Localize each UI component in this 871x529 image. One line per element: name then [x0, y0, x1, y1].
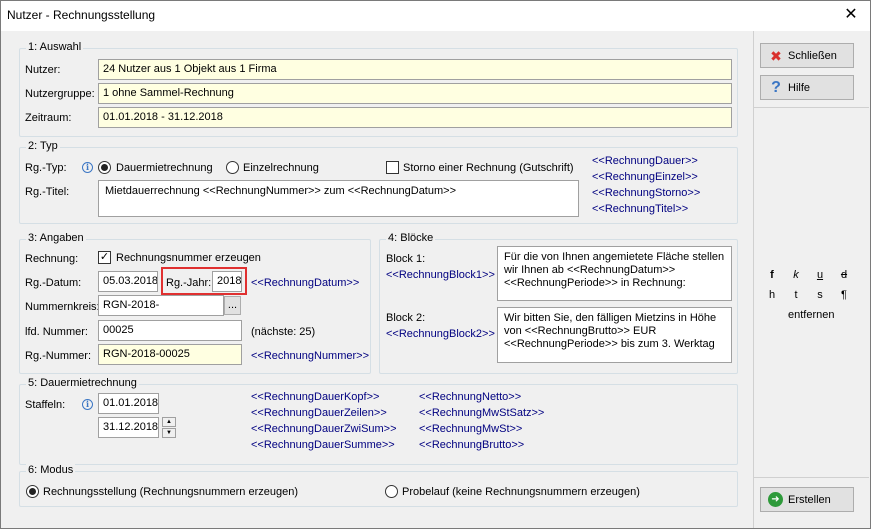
staffel-to-field[interactable]: 31.12.2018 [98, 417, 159, 438]
legend-angaben: 3: Angaben [26, 232, 86, 244]
tag-rechnung-titel[interactable]: <<RechnungTitel>> [592, 203, 688, 215]
tag-mwst-satz[interactable]: <<RechnungMwStSatz>> [419, 407, 544, 419]
tag-dauer-summe[interactable]: <<RechnungDauerSumme>> [251, 439, 395, 451]
block1-label: Block 1: [386, 253, 426, 265]
radio-rechnungsstellung-label[interactable]: Rechnungsstellung (Rechnungsnummern erze… [43, 486, 298, 498]
tag-mwst[interactable]: <<RechnungMwSt>> [419, 423, 522, 435]
radio-probelauf[interactable] [385, 485, 398, 498]
storno-checkbox[interactable] [386, 161, 399, 174]
schliessen-button[interactable]: ✖ Schließen [760, 43, 854, 68]
dialog-window: Nutzer - Rechnungsstellung ✕ 1: Auswahl … [0, 0, 871, 529]
rg-titel-field[interactable]: Mietdauerrechnung <<RechnungNummer>> zum… [98, 180, 579, 217]
format-italic-icon[interactable]: k [789, 269, 803, 281]
legend-typ: 2: Typ [26, 140, 60, 152]
tag-rechnung-storno[interactable]: <<RechnungStorno>> [592, 187, 700, 199]
help-icon: ? [771, 79, 781, 96]
rg-jahr-field[interactable]: 2018 [212, 271, 242, 292]
rg-nummer-label: Rg.-Nummer: [25, 350, 92, 362]
nummer-erzeugen-label[interactable]: Rechnungsnummer erzeugen [116, 252, 261, 264]
rg-nummer-field[interactable]: RGN-2018-00025 [98, 344, 242, 365]
lfd-nummer-field[interactable]: 00025 [98, 320, 242, 341]
rg-jahr-label: Rg.-Jahr: [166, 277, 212, 289]
rg-titel-label: Rg.-Titel: [25, 186, 70, 198]
tag-dauer-zwisum[interactable]: <<RechnungDauerZwiSum>> [251, 423, 397, 435]
radio-einzel-label[interactable]: Einzelrechnung [243, 162, 319, 174]
radio-rechnungsstellung[interactable] [26, 485, 39, 498]
format-underline-icon[interactable]: u [813, 269, 827, 281]
title-bar: Nutzer - Rechnungsstellung ✕ [1, 1, 870, 31]
erstellen-button[interactable]: ➜ Erstellen [760, 487, 854, 512]
tag-rechnung-block2[interactable]: <<RechnungBlock2>> [386, 328, 495, 340]
right-panel-separator-bottom [753, 477, 869, 478]
tag-rechnung-dauer[interactable]: <<RechnungDauer>> [592, 155, 698, 167]
tag-brutto[interactable]: <<RechnungBrutto>> [419, 439, 524, 451]
tag-dauer-kopf[interactable]: <<RechnungDauerKopf>> [251, 391, 379, 403]
format-t-icon[interactable]: t [789, 289, 803, 301]
nutzergruppe-label: Nutzergruppe: [25, 88, 95, 100]
nummernkreis-field[interactable]: RGN-2018- [98, 295, 224, 316]
close-window-icon[interactable]: ✕ [838, 3, 864, 27]
rg-typ-label: Rg.-Typ: [25, 162, 67, 174]
legend-dauermiet: 5: Dauermietrechnung [26, 377, 139, 389]
right-panel-separator [753, 107, 869, 108]
lfd-nummer-label: lfd. Nummer: [25, 326, 88, 338]
tag-rechnung-block1[interactable]: <<RechnungBlock1>> [386, 269, 495, 281]
schliessen-label: Schließen [788, 50, 837, 62]
close-icon: ✖ [770, 48, 782, 64]
block2-field[interactable]: Wir bitten Sie, den fälligen Mietzins in… [497, 307, 732, 363]
format-paragraph-icon[interactable]: ¶ [837, 289, 851, 301]
block1-field[interactable]: Für die von Ihnen angemietete Fläche ste… [497, 246, 732, 301]
format-strike-icon[interactable]: d [837, 269, 851, 281]
window-title: Nutzer - Rechnungsstellung [7, 8, 156, 22]
rechnung-label: Rechnung: [25, 253, 79, 265]
arrow-right-icon: ➜ [768, 492, 783, 507]
format-h-icon[interactable]: h [765, 289, 779, 301]
format-entfernen-link[interactable]: entfernen [788, 309, 834, 321]
hilfe-button[interactable]: ? Hilfe [760, 75, 854, 100]
info-icon[interactable]: i [82, 162, 93, 173]
legend-auswahl: 1: Auswahl [26, 41, 84, 53]
radio-dauermiet[interactable] [98, 161, 111, 174]
nummer-erzeugen-checkbox[interactable]: ✓ [98, 251, 111, 264]
naechste-nummer-text: (nächste: 25) [251, 326, 316, 338]
format-bold-icon[interactable]: f [765, 269, 779, 281]
nutzergruppe-field[interactable]: 1 ohne Sammel-Rechnung [98, 83, 732, 104]
block2-label: Block 2: [386, 312, 426, 324]
tag-netto[interactable]: <<RechnungNetto>> [419, 391, 521, 403]
nutzer-field[interactable]: 24 Nutzer aus 1 Objekt aus 1 Firma [98, 59, 732, 80]
rg-datum-field[interactable]: 05.03.2018 [98, 271, 158, 292]
rg-datum-label: Rg.-Datum: [25, 277, 82, 289]
hilfe-label: Hilfe [788, 82, 811, 94]
legend-bloecke: 4: Blöcke [386, 232, 436, 244]
erstellen-label: Erstellen [788, 494, 831, 506]
spin-down-icon[interactable]: ▼ [162, 428, 176, 438]
radio-dauermiet-label[interactable]: Dauermietrechnung [116, 162, 213, 174]
staffel-from-field[interactable]: 01.01.2018 [98, 393, 159, 414]
tag-rechnung-einzel[interactable]: <<RechnungEinzel>> [592, 171, 698, 183]
zeitraum-field[interactable]: 01.01.2018 - 31.12.2018 [98, 107, 732, 128]
radio-einzel[interactable] [226, 161, 239, 174]
spin-up-icon[interactable]: ▲ [162, 417, 176, 427]
staffeln-label: Staffeln: [25, 399, 66, 411]
staffeln-info-icon[interactable]: i [82, 399, 93, 410]
tag-dauer-zeilen[interactable]: <<RechnungDauerZeilen>> [251, 407, 387, 419]
radio-probelauf-label[interactable]: Probelauf (keine Rechnungsnummern erzeug… [402, 486, 640, 498]
zeitraum-label: Zeitraum: [25, 112, 72, 124]
nutzer-label: Nutzer: [25, 64, 61, 76]
storno-label[interactable]: Storno einer Rechnung (Gutschrift) [403, 162, 574, 174]
tag-rechnung-datum[interactable]: <<RechnungDatum>> [251, 277, 359, 289]
nummernkreis-label: Nummernkreis: [25, 301, 100, 313]
nummernkreis-browse-button[interactable]: ... [224, 296, 241, 315]
tag-rechnung-nummer[interactable]: <<RechnungNummer>> [251, 350, 369, 362]
legend-modus: 6: Modus [26, 464, 76, 476]
format-s-icon[interactable]: s [813, 289, 827, 301]
